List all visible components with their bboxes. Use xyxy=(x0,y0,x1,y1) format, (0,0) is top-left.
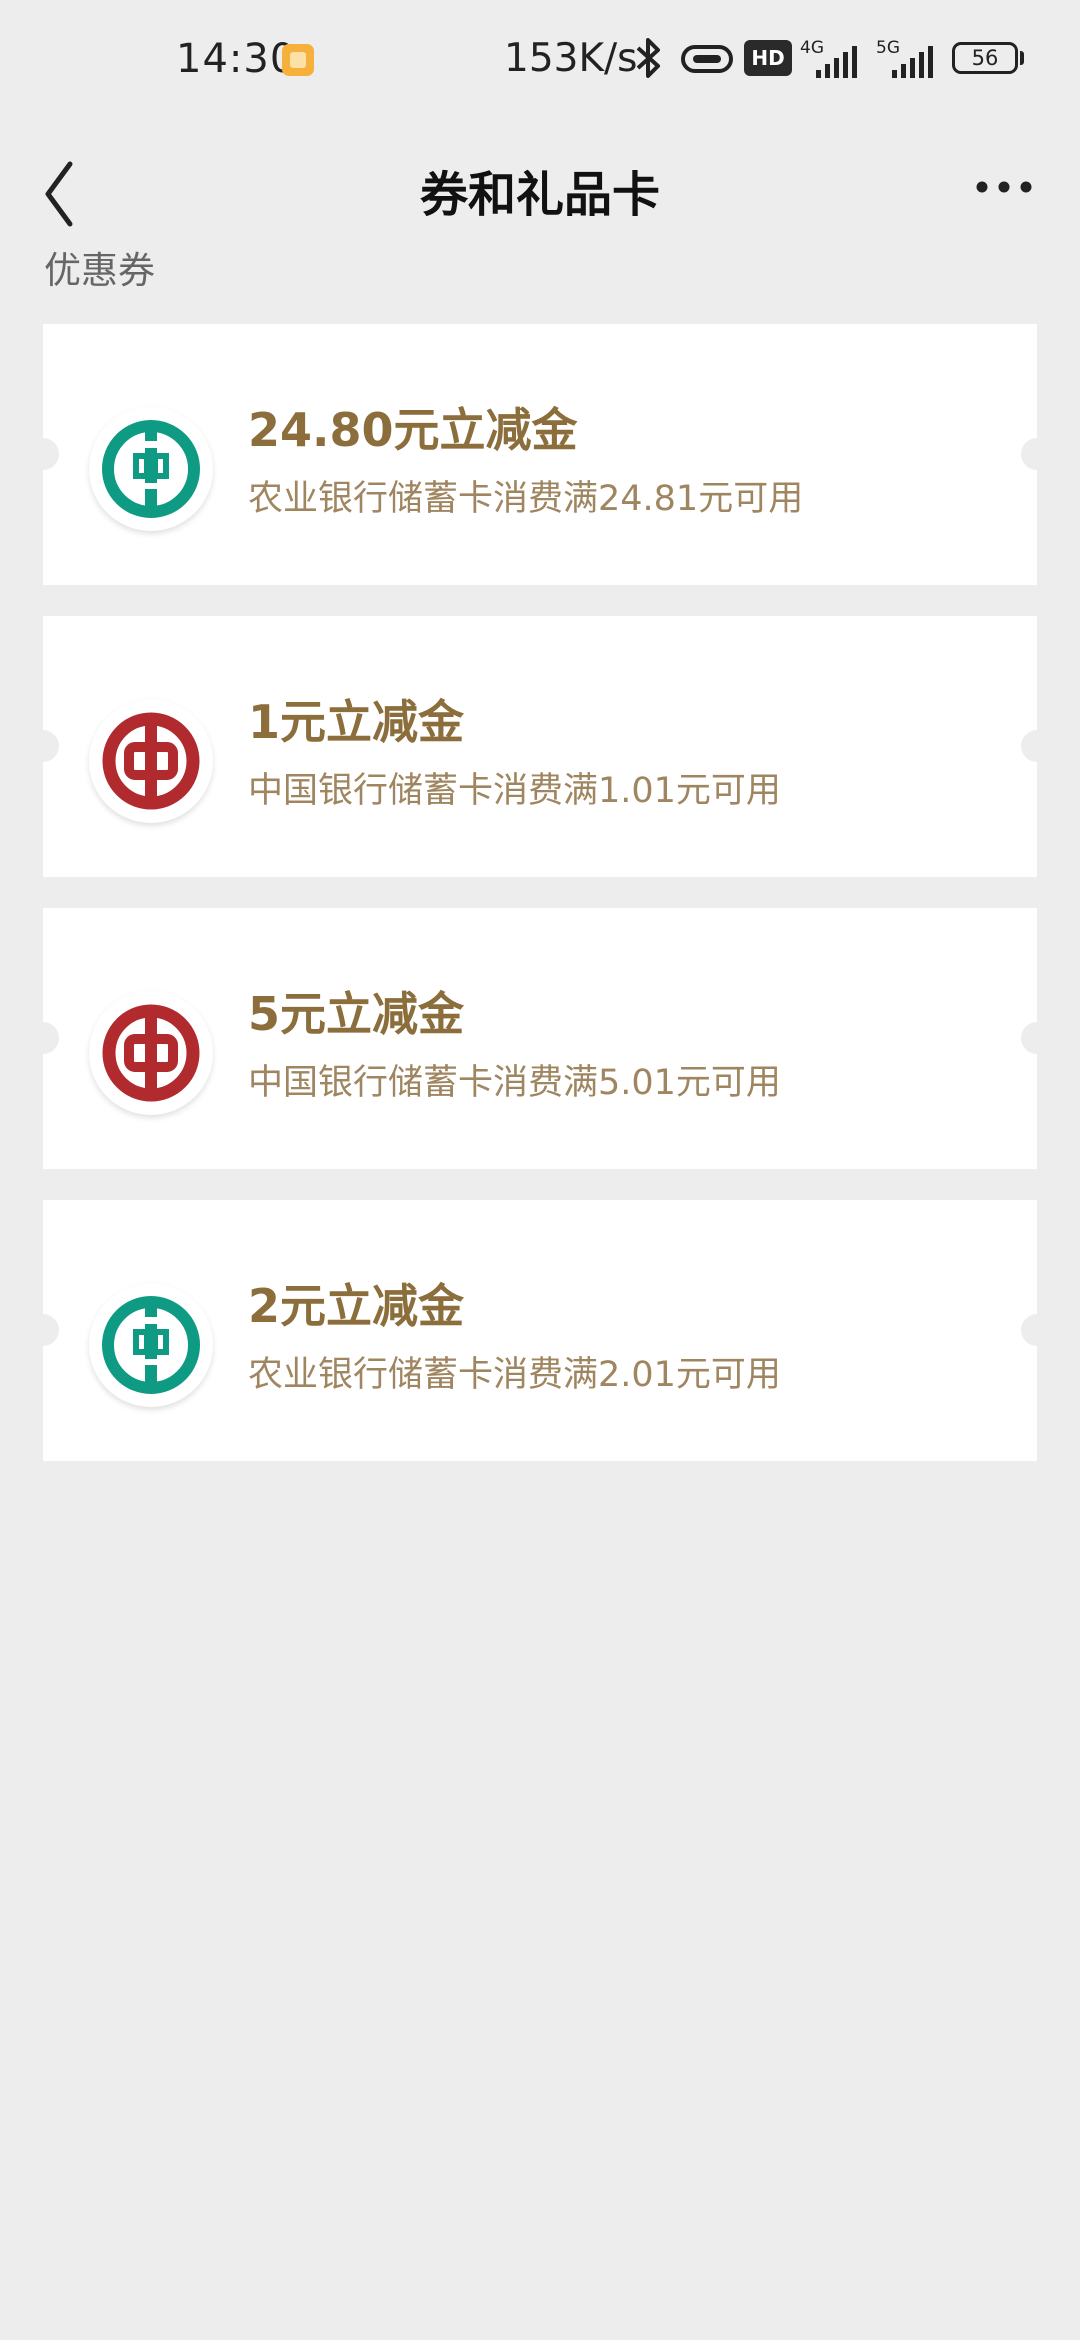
more-options-button[interactable] xyxy=(960,120,1050,270)
battery-indicator: 56 xyxy=(952,42,1018,74)
coupon-card[interactable]: 2元立减金 农业银行储蓄卡消费满2.01元可用 xyxy=(27,1200,1053,1461)
ticket-notch xyxy=(1021,1022,1053,1054)
network-speed: 153K/s xyxy=(504,36,638,81)
link-icon xyxy=(681,45,733,73)
signal-bars-icon xyxy=(892,46,933,78)
coupon-card[interactable]: 24.80元立减金 农业银行储蓄卡消费满24.81元可用 xyxy=(27,324,1053,585)
signal-bars-icon xyxy=(816,46,857,78)
coupon-amount: 24.80元立减金 xyxy=(248,403,578,457)
coupon-amount: 1元立减金 xyxy=(248,695,465,749)
coupon-amount: 5元立减金 xyxy=(248,987,465,1041)
coupon-condition: 中国银行储蓄卡消费满5.01元可用 xyxy=(248,1063,781,1103)
ticket-notch xyxy=(27,438,59,470)
ticket-notch xyxy=(27,1022,59,1054)
coupon-amount: 2元立减金 xyxy=(248,1279,465,1333)
hd-voice-icon: HD xyxy=(744,40,792,76)
coupon-condition: 农业银行储蓄卡消费满24.81元可用 xyxy=(248,479,804,519)
coupon-card[interactable]: 5元立减金 中国银行储蓄卡消费满5.01元可用 xyxy=(27,908,1053,1169)
coupon-condition: 农业银行储蓄卡消费满2.01元可用 xyxy=(248,1355,781,1395)
ticket-notch xyxy=(1021,730,1053,762)
battery-tip xyxy=(1020,51,1024,65)
boc-bank-logo-icon xyxy=(89,699,213,823)
status-time: 14:30 xyxy=(176,36,297,82)
ticket-notch xyxy=(27,1314,59,1346)
more-dots-icon xyxy=(976,181,1032,193)
ticket-notch xyxy=(1021,1314,1053,1346)
boc-bank-logo-icon xyxy=(89,991,213,1115)
gallery-notification-icon xyxy=(282,44,314,76)
abc-bank-logo-icon xyxy=(89,1283,213,1407)
coupon-list: 24.80元立减金 农业银行储蓄卡消费满24.81元可用 1元立减金 中国银行储… xyxy=(27,324,1053,1492)
bluetooth-icon xyxy=(636,38,660,78)
ticket-notch xyxy=(27,730,59,762)
abc-bank-logo-icon xyxy=(89,407,213,531)
status-bar: 14:30 153K/s HD 4G 5G 56 xyxy=(0,0,1080,120)
coupon-card[interactable]: 1元立减金 中国银行储蓄卡消费满1.01元可用 xyxy=(27,616,1053,877)
page-title: 券和礼品卡 xyxy=(419,167,660,223)
ticket-notch xyxy=(1021,438,1053,470)
navigation-bar: 券和礼品卡 xyxy=(0,120,1080,270)
coupon-condition: 中国银行储蓄卡消费满1.01元可用 xyxy=(248,771,781,811)
section-title-coupons: 优惠券 xyxy=(44,249,155,292)
